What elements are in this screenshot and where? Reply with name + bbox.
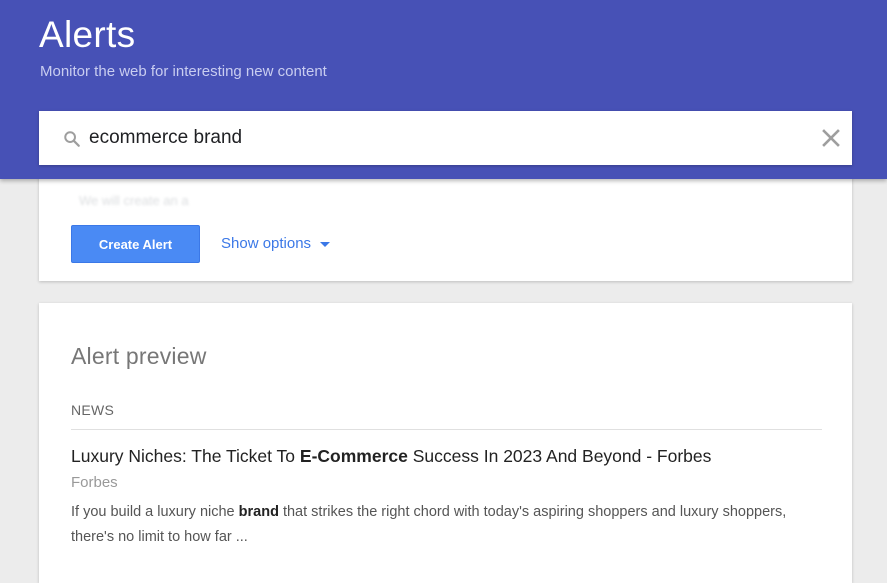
- faded-text: We will create an a: [79, 193, 189, 208]
- article-title-highlight: E-Commerce: [299, 446, 408, 466]
- article-snippet: If you build a luxury niche brand that s…: [71, 500, 821, 550]
- show-options-label: Show options: [221, 235, 312, 252]
- search-input[interactable]: [89, 111, 789, 165]
- article-snippet-part: If you build a luxury niche: [71, 504, 239, 520]
- alert-preview-card: Alert preview NEWS Luxury Niches: The Ti…: [39, 303, 852, 583]
- preview-title: Alert preview: [71, 343, 207, 369]
- search-box: [39, 111, 852, 165]
- article-title-part: Luxury Niches: The Ticket To: [71, 446, 300, 466]
- article-title-part: Success In 2023 And Beyond - Forbes: [407, 446, 712, 466]
- caret-down-icon: [320, 241, 331, 247]
- page-title: Alerts: [39, 14, 136, 55]
- create-alert-button[interactable]: Create Alert: [71, 225, 200, 263]
- divider: [71, 429, 822, 430]
- page-subtitle: Monitor the web for interesting new cont…: [40, 63, 327, 80]
- search-icon: [64, 131, 80, 147]
- article-source: Forbes: [71, 474, 118, 491]
- article-title-link[interactable]: Luxury Niches: The Ticket To E-Commerce …: [71, 446, 711, 467]
- show-options-link[interactable]: Show options: [221, 235, 331, 252]
- section-label-news: NEWS: [71, 402, 115, 418]
- close-icon[interactable]: [821, 128, 841, 148]
- article-snippet-highlight: brand: [238, 504, 279, 520]
- header: Alerts Monitor the web for interesting n…: [0, 0, 887, 179]
